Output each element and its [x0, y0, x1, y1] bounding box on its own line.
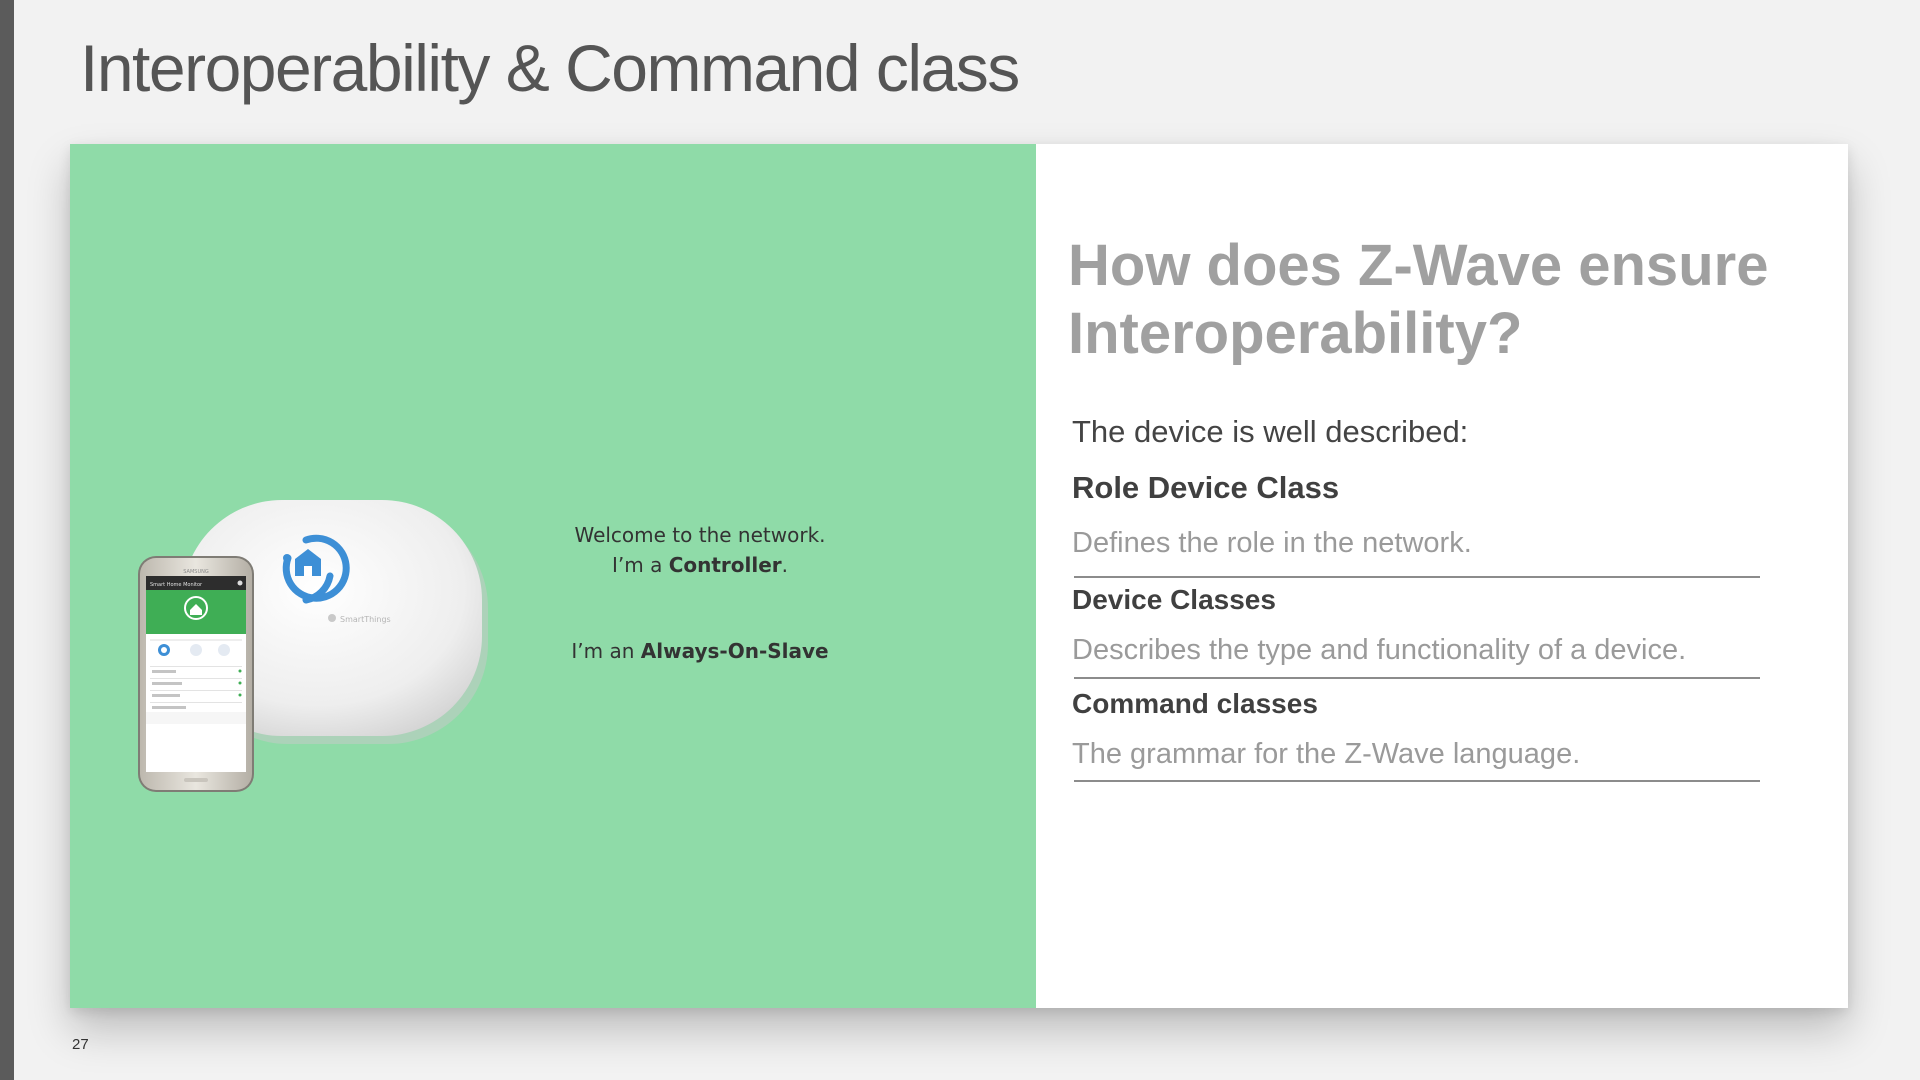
divider: [1074, 677, 1760, 679]
section-heading: How does Z-Wave ensure Interoperability?: [1068, 233, 1769, 366]
divider: [1074, 576, 1760, 578]
intro-text: The device is well described:: [1072, 414, 1469, 449]
page-number: 27: [72, 1036, 89, 1053]
message-line-2: I’m a Controller.: [611, 553, 789, 577]
content-card: SmartThings SAMSUNG Smart Home Monitor W…: [70, 144, 1848, 1008]
term-device-classes: Device Classes: [1072, 584, 1276, 615]
slave-role: Always-On-Slave: [640, 639, 829, 663]
message-to-device: Welcome to the network. I’m a Controller…: [528, 520, 872, 580]
smartphone: SAMSUNG Smart Home Monitor: [138, 556, 254, 792]
message-to-controller: I’m an Always-On-Slave: [571, 639, 829, 663]
message-line-1: Welcome to the network.: [574, 523, 826, 547]
term-role-device-class: Role Device Class: [1072, 470, 1340, 505]
hub-brand-label: SmartThings: [340, 615, 391, 624]
description-role-device-class: Defines the role in the network.: [1072, 527, 1472, 559]
description-device-classes: Describes the type and functionality of …: [1072, 634, 1687, 666]
illustration-panel: SmartThings SAMSUNG Smart Home Monitor W…: [70, 144, 1036, 1008]
phone-brand-label: SAMSUNG: [183, 569, 209, 575]
phone-app-title: Smart Home Monitor: [150, 582, 203, 588]
description-command-classes: The grammar for the Z-Wave language.: [1072, 738, 1581, 770]
text-panel: How does Z-Wave ensure Interoperability?…: [1036, 144, 1848, 1008]
divider: [1074, 780, 1760, 782]
term-command-classes: Command classes: [1072, 688, 1318, 719]
window-left-edge: [0, 0, 14, 1080]
controller-role: Controller: [668, 553, 782, 577]
slide-title: Interoperability & Command class: [80, 31, 1020, 105]
